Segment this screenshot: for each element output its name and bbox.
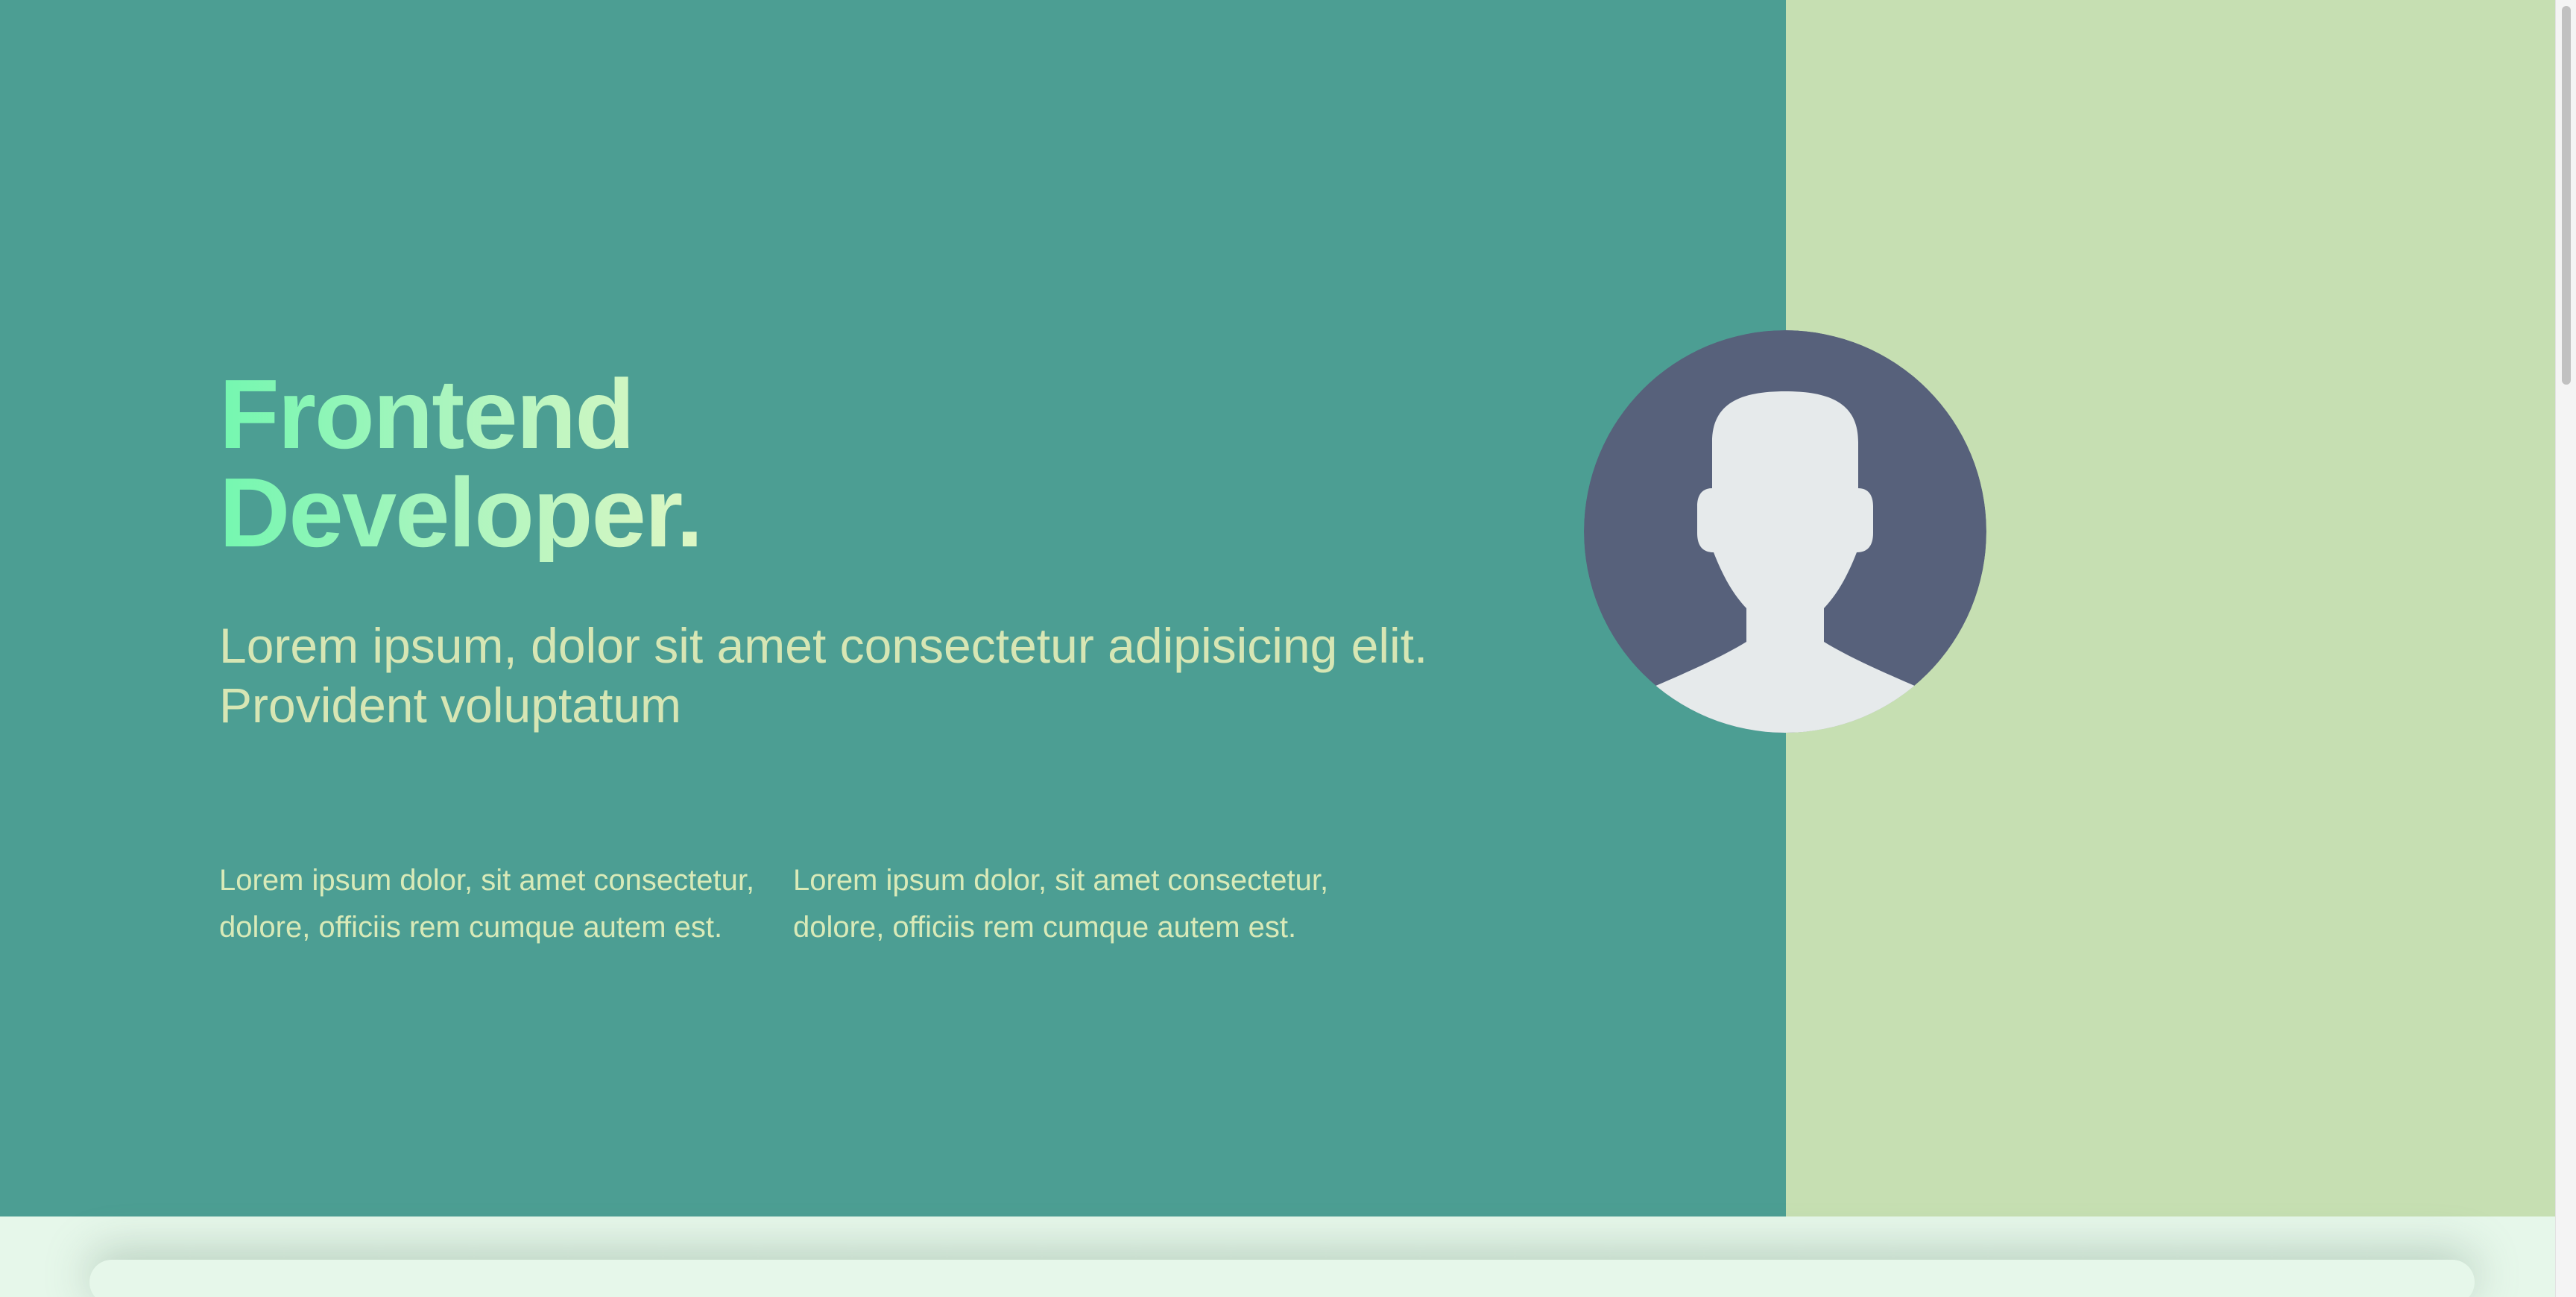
scrollbar-thumb[interactable]	[2562, 6, 2571, 385]
headline-line-2: Developer.	[219, 458, 702, 567]
next-section-card-shadow	[89, 1260, 2475, 1297]
hero-left-panel	[0, 0, 1786, 1216]
hero-paragraph-1: Lorem ipsum dolor, sit amet consectetur,…	[219, 864, 755, 944]
hero-paragraph-2: Lorem ipsum dolor, sit amet consectetur,…	[793, 864, 1329, 944]
page: Frontend Developer. Lorem ipsum, dolor s…	[0, 0, 2576, 1297]
headline-line-1: Frontend	[219, 359, 634, 469]
hero-headline: Frontend Developer.	[219, 365, 702, 562]
vertical-scrollbar[interactable]	[2555, 0, 2576, 1297]
user-avatar-icon	[1584, 330, 1986, 733]
hero-subtitle: Lorem ipsum, dolor sit amet consectetur …	[219, 618, 1428, 733]
hero-section: Frontend Developer. Lorem ipsum, dolor s…	[0, 0, 2555, 1216]
